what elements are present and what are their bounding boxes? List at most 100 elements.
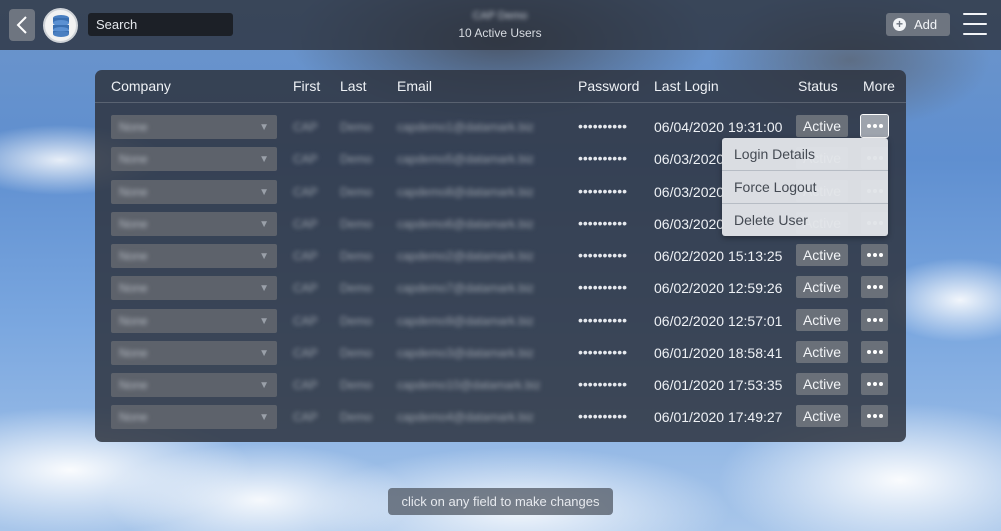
table-row: None ▼ CAP Demo capdemo4@datamark.biz •••••••…	[95, 403, 906, 431]
first-name-field[interactable]: CAP	[293, 410, 318, 424]
header-divider	[95, 102, 906, 103]
company-value: None	[119, 217, 148, 231]
more-dots-icon[interactable]	[861, 373, 888, 395]
last-name-field[interactable]: Demo	[340, 314, 372, 328]
last-login-value: 06/01/2020 17:49:27	[654, 409, 783, 425]
hamburger-menu-icon[interactable]	[963, 13, 987, 35]
email-field[interactable]: capdemo6@datamark.biz	[397, 217, 534, 231]
password-field[interactable]: ••••••••••	[578, 408, 627, 424]
company-value: None	[119, 346, 148, 360]
header-status: Status	[798, 78, 838, 94]
chevron-down-icon: ▼	[259, 153, 269, 165]
add-user-button[interactable]: + Add	[886, 13, 950, 36]
active-users-count: 10 Active Users	[458, 26, 542, 40]
company-select[interactable]: None ▼	[111, 212, 277, 236]
email-field[interactable]: capdemo5@datamark.biz	[397, 152, 534, 166]
last-name-field[interactable]: Demo	[340, 378, 372, 392]
status-button[interactable]: Active	[796, 276, 848, 298]
company-select[interactable]: None ▼	[111, 341, 277, 365]
menu-item-login-details[interactable]: Login Details	[722, 138, 888, 171]
password-field[interactable]: ••••••••••	[578, 312, 627, 328]
email-field[interactable]: capdemo1@datamark.biz	[397, 120, 534, 134]
last-name-field[interactable]: Demo	[340, 410, 372, 424]
back-button[interactable]	[9, 9, 35, 41]
email-field[interactable]: capdemo3@datamark.biz	[397, 346, 534, 360]
email-field[interactable]: capdemo10@datamark.biz	[397, 378, 541, 392]
password-field[interactable]: ••••••••••	[578, 247, 627, 263]
menu-item-delete-user[interactable]: Delete User	[722, 204, 888, 237]
email-field[interactable]: capdemo8@datamark.biz	[397, 185, 534, 199]
last-name-field[interactable]: Demo	[340, 281, 372, 295]
company-select[interactable]: None ▼	[111, 115, 277, 139]
more-dots-icon[interactable]	[860, 114, 889, 138]
password-field[interactable]: ••••••••••	[578, 215, 627, 231]
last-name-field[interactable]: Demo	[340, 249, 372, 263]
company-select[interactable]: None ▼	[111, 309, 277, 333]
search-box[interactable]	[88, 13, 272, 36]
first-name-field[interactable]: CAP	[293, 378, 318, 392]
password-field[interactable]: ••••••••••	[578, 150, 627, 166]
first-name-field[interactable]: CAP	[293, 281, 318, 295]
company-value: None	[119, 120, 148, 134]
status-button[interactable]: Active	[796, 341, 848, 363]
search-input[interactable]	[96, 17, 272, 32]
more-dots-icon[interactable]	[861, 244, 888, 266]
last-login-value: 06/01/2020 17:53:35	[654, 377, 783, 393]
last-login-value: 06/03/2020	[654, 151, 725, 167]
last-name-field[interactable]: Demo	[340, 120, 372, 134]
last-name-field[interactable]: Demo	[340, 217, 372, 231]
company-select[interactable]: None ▼	[111, 180, 277, 204]
database-icon	[52, 14, 69, 37]
password-field[interactable]: ••••••••••	[578, 376, 627, 392]
last-name-field[interactable]: Demo	[340, 152, 372, 166]
chevron-left-icon	[16, 16, 27, 34]
more-dots-icon[interactable]	[861, 276, 888, 298]
first-name-field[interactable]: CAP	[293, 346, 318, 360]
company-value: None	[119, 249, 148, 263]
status-button[interactable]: Active	[796, 244, 848, 266]
chevron-down-icon: ▼	[259, 218, 269, 230]
first-name-field[interactable]: CAP	[293, 249, 318, 263]
company-select[interactable]: None ▼	[111, 244, 277, 268]
last-name-field[interactable]: Demo	[340, 346, 372, 360]
password-field[interactable]: ••••••••••	[578, 344, 627, 360]
more-dots-icon[interactable]	[861, 309, 888, 331]
users-table: Company First Last Email Password Last L…	[95, 70, 906, 442]
last-name-field[interactable]: Demo	[340, 185, 372, 199]
password-field[interactable]: ••••••••••	[578, 279, 627, 295]
status-button[interactable]: Active	[796, 115, 848, 137]
chevron-down-icon: ▼	[259, 379, 269, 391]
first-name-field[interactable]: CAP	[293, 120, 318, 134]
company-select[interactable]: None ▼	[111, 276, 277, 300]
password-field[interactable]: ••••••••••	[578, 118, 627, 134]
first-name-field[interactable]: CAP	[293, 217, 318, 231]
menu-item-force-logout[interactable]: Force Logout	[722, 171, 888, 204]
more-dots-icon[interactable]	[861, 405, 888, 427]
table-row: None ▼ CAP Demo capdemo1@datamark.biz •••••••…	[95, 113, 906, 141]
first-name-field[interactable]: CAP	[293, 152, 318, 166]
company-select[interactable]: None ▼	[111, 405, 277, 429]
header-last-login: Last Login	[654, 78, 719, 94]
header-last: Last	[340, 78, 367, 94]
first-name-field[interactable]: CAP	[293, 185, 318, 199]
status-button[interactable]: Active	[796, 405, 848, 427]
first-name-field[interactable]: CAP	[293, 314, 318, 328]
email-field[interactable]: capdemo9@datamark.biz	[397, 314, 534, 328]
chevron-down-icon: ▼	[259, 411, 269, 423]
last-login-value: 06/02/2020 12:57:01	[654, 313, 783, 329]
company-select[interactable]: None ▼	[111, 373, 277, 397]
company-value: None	[119, 185, 148, 199]
password-field[interactable]: ••••••••••	[578, 183, 627, 199]
table-row: None ▼ CAP Demo capdemo2@datamark.biz •••••••…	[95, 242, 906, 270]
company-value: None	[119, 378, 148, 392]
chevron-down-icon: ▼	[259, 315, 269, 327]
status-button[interactable]: Active	[796, 373, 848, 395]
more-dots-icon[interactable]	[861, 341, 888, 363]
account-name: CAP Demo	[472, 10, 528, 22]
email-field[interactable]: capdemo4@datamark.biz	[397, 410, 534, 424]
email-field[interactable]: capdemo7@datamark.biz	[397, 281, 534, 295]
status-button[interactable]: Active	[796, 309, 848, 331]
app-logo[interactable]	[43, 8, 78, 43]
company-select[interactable]: None ▼	[111, 147, 277, 171]
email-field[interactable]: capdemo2@datamark.biz	[397, 249, 534, 263]
